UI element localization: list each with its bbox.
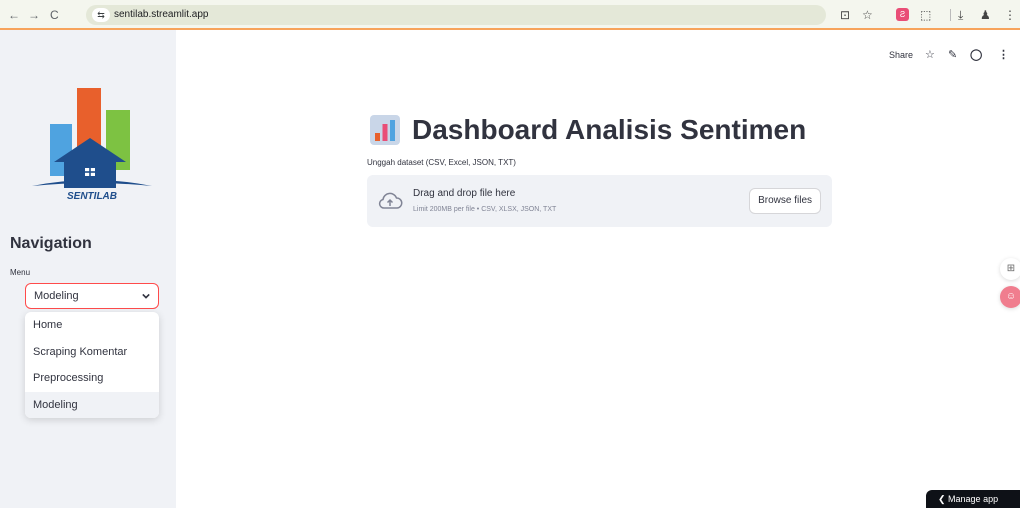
github-icon[interactable]: ◯ (970, 48, 982, 62)
page-title-text: Dashboard Analisis Sentimen (412, 114, 807, 145)
browser-toolbar: ← → C ⇆ sentilab.streamlit.app ⊡ ☆ Ƨ ⬚ ⤓… (0, 0, 1020, 30)
address-bar[interactable]: ⇆ sentilab.streamlit.app (86, 5, 826, 25)
star-icon[interactable]: ☆ (925, 48, 935, 62)
menu-dropdown: Home Scraping Komentar Preprocessing Mod… (25, 312, 159, 418)
page-title: Dashboard Analisis Sentimen (370, 112, 806, 148)
browse-files-button[interactable]: Browse files (749, 188, 821, 214)
profile-avatar-icon[interactable]: ♟ (980, 7, 991, 23)
extensions-puzzle-icon[interactable]: ⬚ (920, 7, 931, 23)
download-icon[interactable]: ⤓ (958, 7, 963, 23)
file-dropzone[interactable]: Drag and drop file here Limit 200MB per … (367, 175, 832, 227)
sentilab-logo: SENTILAB (32, 88, 152, 202)
url-text: sentilab.streamlit.app (114, 9, 209, 20)
grid-widget-icon[interactable]: ⊞ (1000, 258, 1020, 280)
navigation-heading: Navigation (10, 235, 92, 252)
cloud-upload-icon (378, 192, 403, 209)
manage-app-button[interactable]: ❮ Manage app (926, 490, 1020, 508)
logo-text: SENTILAB (67, 191, 117, 202)
dropzone-limit: Limit 200MB per file • CSV, XLSX, JSON, … (413, 206, 557, 213)
more-menu-icon[interactable]: ⋮ (998, 48, 1009, 62)
chevron-down-icon (142, 293, 150, 299)
share-button[interactable]: Share (889, 48, 913, 62)
menu-option-preprocessing[interactable]: Preprocessing (25, 365, 159, 392)
upload-label: Unggah dataset (CSV, Excel, JSON, TXT) (367, 158, 516, 167)
browser-menu-icon[interactable]: ⋮ (1004, 7, 1016, 23)
menu-option-modeling[interactable]: Modeling (25, 391, 159, 418)
forward-icon[interactable]: → (28, 7, 40, 23)
menu-select-value: Modeling (34, 290, 79, 302)
menu-option-home[interactable]: Home (25, 312, 159, 339)
install-app-icon[interactable]: ⊡ (840, 7, 850, 23)
menu-label: Menu (10, 268, 31, 277)
menu-option-scraping-komentar[interactable]: Scraping Komentar (25, 339, 159, 366)
bar-chart-icon (370, 115, 400, 145)
back-icon[interactable]: ← (8, 7, 20, 23)
toolbar-divider (950, 9, 951, 21)
edit-icon[interactable]: ✎ (948, 48, 957, 62)
site-info-icon[interactable]: ⇆ (92, 8, 110, 22)
reload-icon[interactable]: C (50, 7, 59, 23)
dropzone-instructions: Drag and drop file here (413, 188, 516, 199)
extension-icon[interactable]: Ƨ (896, 8, 909, 21)
translate-widget-icon[interactable]: ☺ (1000, 286, 1020, 308)
menu-select[interactable]: Modeling (25, 283, 159, 309)
bookmark-star-icon[interactable]: ☆ (862, 7, 873, 23)
sidebar: SENTILAB Navigation Menu Modeling Home S… (0, 30, 176, 508)
